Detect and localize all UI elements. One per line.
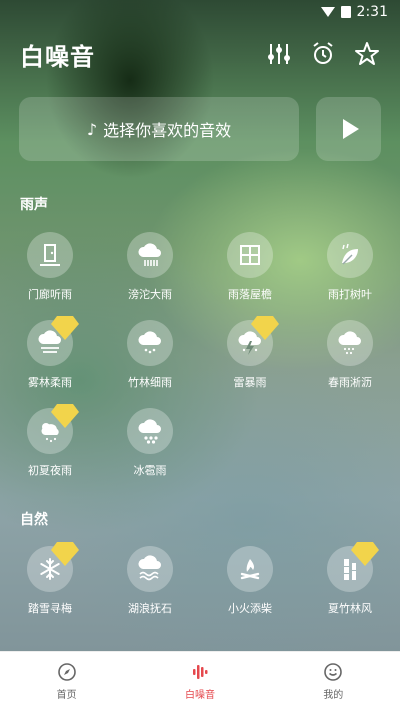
sound-picker-label: 选择你喜欢的音效 (103, 121, 232, 140)
sound-label: 湖浪抚石 (128, 602, 172, 615)
tab-white-noise[interactable]: 白噪音 (150, 662, 250, 701)
sound-label: 雨打树叶 (328, 288, 372, 301)
tab-profile[interactable]: 我的 (283, 662, 383, 701)
fog-cloud-icon (27, 316, 79, 366)
sound-tile[interactable]: 竹林细雨 (100, 320, 200, 390)
tab-label: 我的 (323, 689, 344, 701)
sound-label: 滂沱大雨 (128, 288, 172, 301)
sound-label: 夏竹林风 (328, 602, 372, 615)
star-icon[interactable] (354, 41, 380, 67)
status-time: 2:31 (356, 4, 388, 20)
sound-bars-icon (192, 664, 208, 679)
sound-tile[interactable]: 湖浪抚石 (100, 546, 200, 616)
rain-sound-grid: 门廊听雨 滂沱大雨 雨落屋檐 雨打树叶 雾林柔雨 竹林细雨 雷暴雨 春雨淅沥 初… (0, 232, 400, 478)
snowflake-icon (27, 542, 79, 592)
equalizer-icon[interactable] (266, 41, 292, 67)
campfire-icon (227, 546, 273, 592)
sound-tile[interactable]: 冰雹雨 (100, 408, 200, 478)
premium-gem-icon (251, 316, 279, 340)
sound-label: 踏雪寻梅 (28, 602, 72, 615)
header: 白噪音 (20, 36, 380, 72)
premium-gem-icon (51, 316, 79, 340)
thunderstorm-icon (227, 316, 279, 366)
nature-sound-grid: 踏雪寻梅 湖浪抚石 小火添柴 夏竹林风 (0, 542, 400, 616)
sound-tile[interactable]: 踏雪寻梅 (0, 542, 100, 616)
sound-tile[interactable]: 门廊听雨 (0, 232, 100, 302)
leaf-rain-icon (327, 232, 373, 278)
premium-gem-icon (51, 542, 79, 566)
tab-home[interactable]: 首页 (17, 662, 117, 701)
battery-icon (340, 6, 351, 18)
drizzle-cloud-icon (327, 320, 373, 366)
sound-tile[interactable]: 雨打树叶 (300, 232, 400, 302)
smile-icon (324, 662, 343, 681)
sound-label: 冰雹雨 (133, 464, 167, 477)
sound-label: 雨落屋檐 (228, 288, 272, 301)
tab-label: 白噪音 (184, 689, 215, 701)
music-note-icon: ♪ (86, 119, 98, 139)
sound-tile[interactable]: 雾林柔雨 (0, 316, 100, 390)
sound-label: 小火添柴 (228, 602, 272, 615)
window-icon (227, 232, 273, 278)
bamboo-icon (327, 542, 379, 592)
premium-gem-icon (51, 404, 79, 428)
sound-label: 春雨淅沥 (328, 376, 372, 389)
sound-picker-button[interactable]: ♪ 选择你喜欢的音效 (19, 97, 299, 161)
play-button[interactable] (316, 97, 381, 161)
hail-cloud-icon (127, 408, 173, 454)
sound-tile[interactable]: 夏竹林风 (300, 542, 400, 616)
compass-icon (57, 662, 76, 681)
page-title: 白噪音 (20, 42, 95, 71)
alarm-clock-icon[interactable] (310, 41, 336, 67)
sound-label: 雷暴雨 (233, 376, 267, 389)
sound-tile[interactable]: 春雨淅沥 (300, 320, 400, 390)
bottom-tab-bar: 首页 白噪音 我的 (0, 651, 400, 710)
door-icon (27, 232, 73, 278)
sound-tile[interactable]: 初夏夜雨 (0, 404, 100, 478)
premium-gem-icon (351, 542, 379, 566)
sound-label: 门廊听雨 (28, 288, 72, 301)
sound-tile[interactable]: 雷暴雨 (200, 316, 300, 390)
sound-tile[interactable]: 雨落屋檐 (200, 232, 300, 302)
section-title-nature: 自然 (20, 512, 48, 528)
night-rain-icon (27, 404, 79, 454)
sound-tile[interactable]: 滂沱大雨 (100, 232, 200, 302)
sound-tile[interactable]: 小火添柴 (200, 546, 300, 616)
heavy-rain-cloud-icon (127, 232, 173, 278)
sound-label: 竹林细雨 (128, 376, 172, 389)
play-icon (342, 119, 359, 139)
section-title-rain: 雨声 (20, 197, 48, 213)
lake-wave-icon (127, 546, 173, 592)
sound-label: 雾林柔雨 (28, 376, 72, 389)
status-bar: 2:31 (0, 0, 400, 24)
sound-label: 初夏夜雨 (28, 464, 72, 477)
header-actions (266, 41, 380, 67)
light-rain-cloud-icon (127, 320, 173, 366)
tab-label: 首页 (56, 689, 77, 701)
wifi-icon (320, 7, 335, 17)
